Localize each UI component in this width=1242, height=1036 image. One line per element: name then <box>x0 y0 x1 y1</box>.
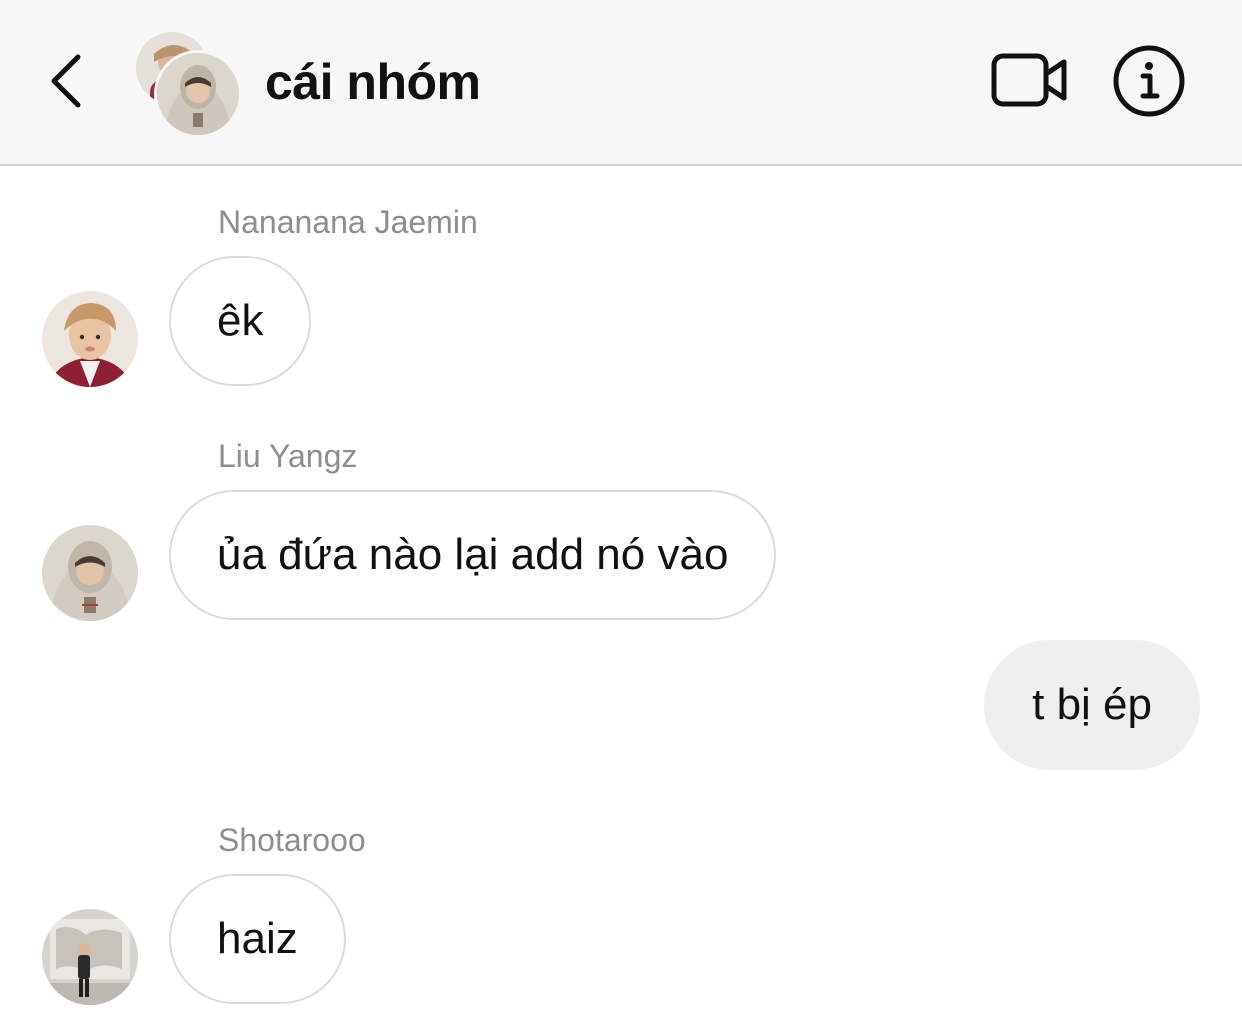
chat-header: cái nhóm <box>0 0 1242 166</box>
message-text: êk <box>217 296 264 345</box>
info-button[interactable] <box>1112 44 1186 118</box>
message-bubble[interactable]: haiz <box>169 874 346 1004</box>
sender-name: Liu Yangz <box>218 438 358 474</box>
message-bubble[interactable]: êk <box>169 256 312 386</box>
info-icon <box>1113 45 1185 117</box>
back-button[interactable] <box>40 45 100 115</box>
group-avatar[interactable] <box>136 32 246 138</box>
message-bubble-outgoing[interactable]: t bị ép <box>984 640 1200 770</box>
avatar[interactable] <box>42 291 138 387</box>
video-camera-icon <box>991 53 1067 107</box>
chevron-left-icon <box>51 54 81 108</box>
sender-name: Nananana Jaemin <box>218 204 478 240</box>
sender-name: Shotarooo <box>218 822 366 858</box>
avatar[interactable] <box>42 909 138 1005</box>
message-text: t bị ép <box>1032 680 1152 729</box>
group-avatar-front <box>154 50 242 138</box>
video-call-button[interactable] <box>990 50 1070 110</box>
message-text: haiz <box>217 914 298 963</box>
message-text: ủa đứa nào lại add nó vào <box>217 530 729 579</box>
avatar[interactable] <box>42 525 138 621</box>
message-bubble[interactable]: ủa đứa nào lại add nó vào <box>169 490 777 620</box>
chat-title[interactable]: cái nhóm <box>265 50 481 114</box>
